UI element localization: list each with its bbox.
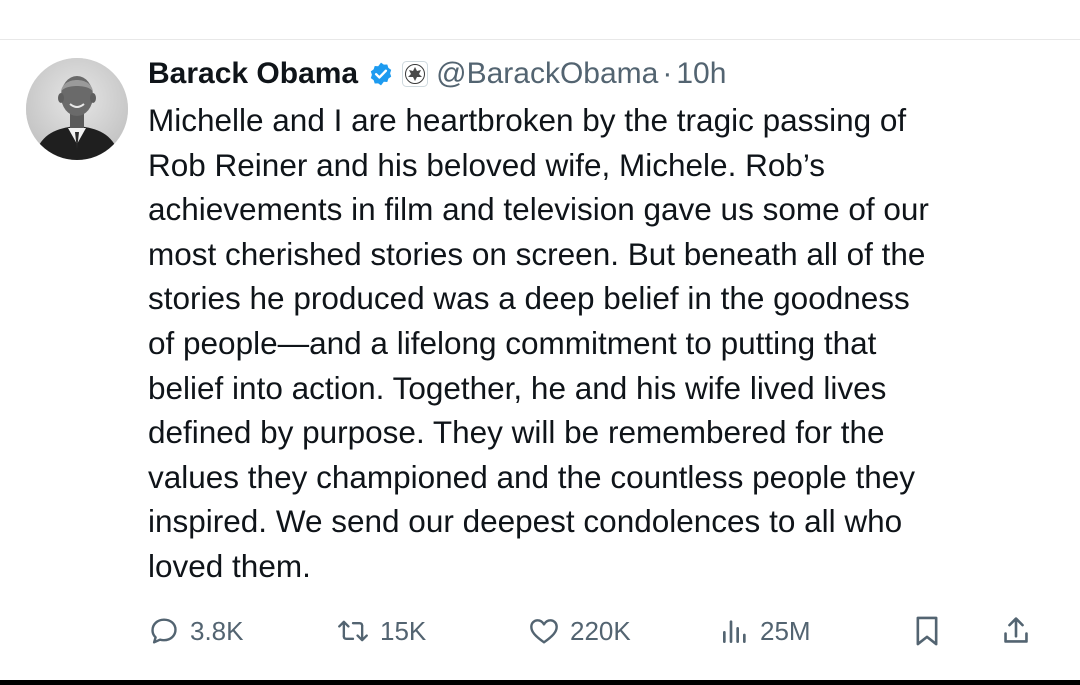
- tweet-actions: 3.8K 15K 220K 25M: [148, 608, 1058, 654]
- tweet-text-line: Rob Reiner and his beloved wife, Michele…: [148, 146, 826, 183]
- like-count: 220K: [570, 615, 631, 646]
- repost-icon: [338, 620, 368, 642]
- bookmark-icon: [916, 616, 938, 646]
- reply-count: 3.8K: [190, 615, 244, 646]
- reply-icon: [151, 618, 177, 644]
- share-icon: [1004, 617, 1028, 643]
- bottom-edge: [0, 680, 1080, 685]
- repost-count: 15K: [380, 615, 427, 646]
- share-button[interactable]: [1000, 608, 1032, 654]
- tweet-text: Michelle and I are heartbroken by the tr…: [148, 98, 1058, 589]
- bookmark-button[interactable]: [912, 608, 942, 654]
- views-button[interactable]: 25M: [720, 608, 811, 654]
- display-name[interactable]: Barack Obama: [148, 57, 358, 91]
- user-handle[interactable]: @BarackObama: [436, 57, 658, 91]
- tweet-text-line: achievements in film and television gave…: [148, 191, 929, 228]
- government-seal-icon[interactable]: [402, 61, 429, 87]
- separator-dot: ·: [662, 57, 673, 90]
- timestamp[interactable]: 10h: [676, 57, 726, 91]
- top-edge: [0, 0, 1080, 40]
- tweet-card[interactable]: Barack Obama @BarackObama · 10h Michelle…: [0, 40, 1080, 680]
- tweet-text-line: inspired. We send our deepest condolence…: [148, 503, 903, 540]
- like-button[interactable]: 220K: [528, 608, 631, 654]
- views-icon: [723, 620, 746, 643]
- tweet-text-line: stories he produced was a deep belief in…: [148, 280, 910, 317]
- tweet-text-line: belief into action. Together, he and his…: [148, 369, 887, 406]
- repost-button[interactable]: 15K: [336, 608, 426, 654]
- tweet-text-line: loved them.: [148, 547, 311, 584]
- profile-photo-icon: [26, 58, 128, 160]
- avatar[interactable]: [26, 58, 128, 160]
- tweet-text-line: defined by purpose. They will be remembe…: [148, 414, 885, 451]
- views-count: 25M: [760, 615, 811, 646]
- tweet-header: Barack Obama @BarackObama · 10h: [148, 54, 726, 94]
- verified-badge-icon: [368, 61, 394, 87]
- heart-icon: [530, 619, 558, 644]
- tweet-text-line: most cherished stories on screen. But be…: [148, 235, 926, 272]
- reply-button[interactable]: 3.8K: [148, 608, 244, 654]
- tweet-text-line: of people—and a lifelong commitment to p…: [148, 324, 877, 361]
- tweet-text-line: Michelle and I are heartbroken by the tr…: [148, 102, 907, 138]
- tweet-text-line: values they championed and the countless…: [148, 458, 916, 495]
